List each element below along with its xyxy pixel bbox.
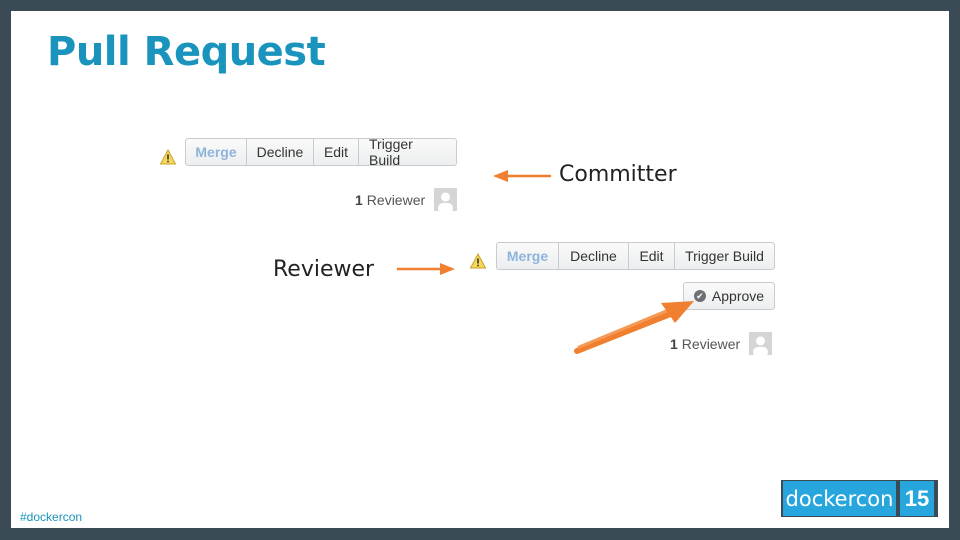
arrow-to-committer [493, 170, 551, 182]
annotation-arrows [397, 170, 694, 354]
hashtag: #dockercon [20, 510, 83, 524]
logo-brand: dockercon [783, 481, 896, 516]
arrow-to-approve [574, 301, 694, 354]
logo-number: 15 [900, 481, 934, 516]
dockercon-logo: dockercon 15 [781, 480, 938, 517]
arrow-to-reviewer-buttons [397, 263, 455, 275]
slide: Pull Request Merge Decline Edit Trigger … [11, 11, 949, 528]
